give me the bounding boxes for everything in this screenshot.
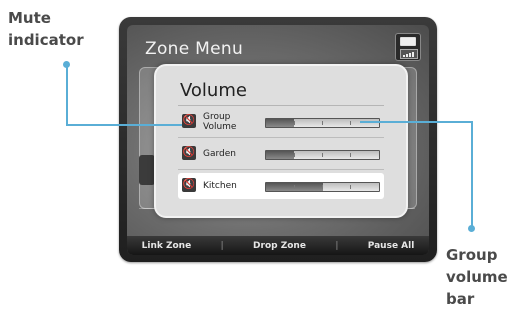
bottom-bar-separator: | bbox=[335, 240, 339, 251]
volume-bar-tick bbox=[294, 185, 295, 189]
volume-row-label: Group Volume bbox=[203, 112, 237, 132]
group-volume-bar-callout: Group volume bar bbox=[446, 244, 508, 310]
group-callout-line-3: bar bbox=[446, 290, 475, 308]
status-indicator bbox=[395, 33, 421, 61]
garden-volume-bar[interactable] bbox=[265, 150, 380, 160]
group-callout-line-1: Group bbox=[446, 246, 498, 264]
group-callout-line-2: volume bbox=[446, 268, 508, 286]
signal-icon bbox=[400, 49, 418, 59]
bottom-bar: Link Zone | Drop Zone | Pause All bbox=[127, 236, 429, 255]
volume-bar-tick bbox=[294, 153, 295, 157]
volume-bar-fill bbox=[266, 151, 295, 159]
group-callout-line bbox=[360, 121, 473, 123]
bottom-bar-separator: | bbox=[220, 240, 224, 251]
volume-bar-tick bbox=[350, 185, 351, 189]
battery-icon bbox=[400, 37, 416, 46]
volume-row-group[interactable]: 🔇 Group Volume bbox=[178, 109, 384, 135]
group-callout-dot bbox=[468, 225, 475, 232]
screen-title: Zone Menu bbox=[145, 39, 244, 59]
volume-popup: Volume 🔇 Group Volume 🔇 Garden 🔇 Kitchen bbox=[154, 64, 408, 218]
volume-bar-tick bbox=[350, 121, 351, 125]
volume-bar-fill bbox=[266, 119, 295, 127]
background-menu-tab bbox=[139, 155, 155, 185]
mute-callout-line-1: Mute bbox=[8, 9, 51, 27]
kitchen-volume-bar[interactable] bbox=[265, 182, 380, 192]
group-volume-bar[interactable] bbox=[265, 118, 380, 128]
volume-bar-tick bbox=[350, 153, 351, 157]
volume-row-garden[interactable]: 🔇 Garden bbox=[178, 141, 384, 167]
mute-indicator-callout: Mute indicator bbox=[8, 7, 84, 51]
group-callout-line bbox=[471, 121, 473, 227]
volume-popup-title: Volume bbox=[180, 80, 247, 101]
volume-row-kitchen[interactable]: 🔇 Kitchen bbox=[178, 173, 384, 199]
volume-bar-tick bbox=[322, 153, 323, 157]
mute-callout-line-2: indicator bbox=[8, 31, 84, 49]
volume-row-label: Garden bbox=[203, 149, 236, 159]
row-divider bbox=[178, 169, 384, 170]
volume-bar-tick bbox=[294, 121, 295, 125]
volume-row-label: Kitchen bbox=[203, 181, 237, 191]
speaker-muted-icon[interactable]: 🔇 bbox=[182, 114, 196, 128]
speaker-muted-icon[interactable]: 🔇 bbox=[182, 178, 196, 192]
volume-bar-tick bbox=[322, 185, 323, 189]
drop-zone-button[interactable]: Drop Zone bbox=[253, 241, 306, 251]
row-divider bbox=[178, 137, 384, 138]
pause-all-button[interactable]: Pause All bbox=[368, 241, 415, 251]
mute-callout-line bbox=[66, 124, 182, 126]
volume-bar-tick bbox=[322, 121, 323, 125]
speaker-muted-icon[interactable]: 🔇 bbox=[182, 146, 196, 160]
link-zone-button[interactable]: Link Zone bbox=[142, 241, 192, 251]
mute-callout-line bbox=[66, 64, 68, 126]
popup-divider bbox=[178, 105, 384, 106]
